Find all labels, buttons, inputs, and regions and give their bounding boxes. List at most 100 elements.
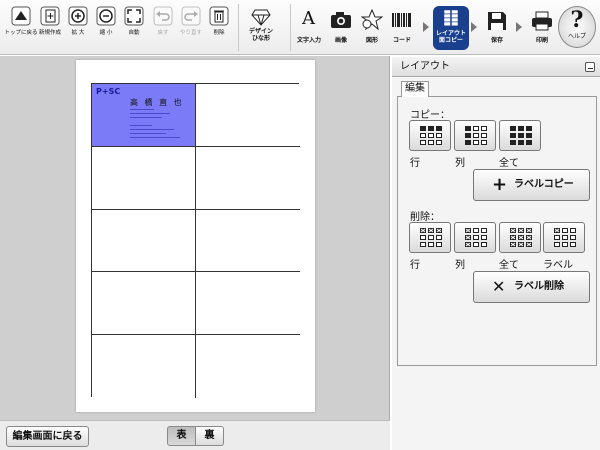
front-side-toggle[interactable]: 表 <box>167 426 196 446</box>
delete-row-button[interactable] <box>409 222 451 253</box>
layout-label-line1: レイアウト <box>435 30 467 37</box>
zoom-in-button[interactable]: 拡 大 <box>65 6 91 44</box>
redo-icon <box>181 6 201 26</box>
card-text-line <box>130 125 152 126</box>
label-delete-button[interactable]: ✕ ラベル削除 <box>473 271 590 303</box>
shape-label: 図形 <box>365 37 379 44</box>
arrow-right-icon <box>423 22 429 32</box>
trash-icon <box>209 6 229 26</box>
code-button[interactable]: コード <box>384 6 420 50</box>
delete-label-icon <box>554 228 576 247</box>
canvas-area: P+SC 高 橋 直 也 <box>0 56 390 420</box>
question-mark-icon: ? <box>570 7 584 33</box>
tab-edit[interactable]: 編集 <box>401 81 429 97</box>
card-text-line <box>130 117 162 118</box>
copy-row-button[interactable] <box>409 120 451 151</box>
up-triangle-icon <box>11 6 31 26</box>
new-button[interactable]: 新規作成 <box>37 6 63 44</box>
zoom-out-icon <box>96 6 116 26</box>
card-text-line <box>130 137 180 138</box>
arrow-right-icon <box>516 22 522 32</box>
copy-column-label: 列 <box>455 158 465 169</box>
text-input-button[interactable]: A 文字入力 <box>291 6 327 50</box>
floppy-disk-icon <box>488 12 506 30</box>
delete-all-icon <box>510 228 532 247</box>
card-text-line <box>130 133 166 134</box>
undo-button[interactable]: 戻す <box>150 6 176 44</box>
layout-grid-icon <box>444 10 458 26</box>
text-icon: A <box>302 8 315 29</box>
label-cell[interactable] <box>196 209 300 273</box>
undo-icon <box>153 6 173 26</box>
label-cell[interactable] <box>196 272 300 336</box>
label-copy-label: ラベルコピー <box>514 179 574 190</box>
back-to-edit-button[interactable]: 編集画面に戻る <box>6 426 89 447</box>
arrow-right-icon <box>471 22 477 32</box>
x-icon: ✕ <box>492 277 506 296</box>
label-copy-button[interactable]: + ラベルコピー <box>473 169 590 201</box>
copy-all-label: 全て <box>499 158 519 169</box>
bottom-bar: 編集画面に戻る 表 裏 <box>0 420 390 450</box>
save-label: 保存 <box>490 37 504 44</box>
label-cell[interactable] <box>92 335 196 398</box>
delete-column-button[interactable] <box>454 222 496 253</box>
delete-section-label: 削除： <box>410 212 440 223</box>
redo-button[interactable]: やり直す <box>178 6 204 44</box>
copy-row-label: 行 <box>410 158 420 169</box>
delete-row-icon <box>420 228 442 247</box>
toolbar: トップに戻る 新規作成 拡 大 縮 小 自動 戻す やり直す 削除 デザイン ひ… <box>0 0 600 55</box>
zoom-out-label: 縮 小 <box>99 30 113 36</box>
copy-all-button[interactable] <box>499 120 541 151</box>
label-sheet: P+SC 高 橋 直 也 <box>76 60 315 412</box>
zoom-in-icon <box>68 6 88 26</box>
copy-column-button[interactable] <box>454 120 496 151</box>
delete-row-label: 行 <box>410 260 420 271</box>
code-label: コード <box>392 37 412 44</box>
layout-label-line2: 面コピー <box>438 37 464 44</box>
undo-label: 戻す <box>157 30 169 36</box>
new-label: 新規作成 <box>38 30 62 36</box>
label-cell[interactable] <box>92 146 196 210</box>
label-cell[interactable] <box>92 272 196 336</box>
delete-label-button[interactable] <box>543 222 585 253</box>
layout-copy-label: レイアウト 面コピー <box>436 30 466 44</box>
label-cell[interactable] <box>196 84 300 147</box>
delete-label-label: ラベル <box>543 260 573 271</box>
card-text-line <box>130 129 174 130</box>
panel-title: レイアウト <box>400 61 450 72</box>
copy-section-label: コピー： <box>410 110 450 121</box>
delete-column-icon <box>465 228 487 247</box>
delete-button[interactable]: 削除 <box>206 6 232 44</box>
delete-all-label: 全て <box>499 260 519 271</box>
card-text-line <box>130 109 154 110</box>
delete-all-button[interactable] <box>499 222 541 253</box>
print-button[interactable]: 印刷 <box>524 6 560 50</box>
zoom-in-label: 拡 大 <box>71 30 85 36</box>
layout-copy-button[interactable]: レイアウト 面コピー <box>433 6 469 50</box>
shapes-icon <box>361 9 383 31</box>
card-logo: P+SC <box>96 87 121 96</box>
auto-fit-label: 自動 <box>128 30 140 36</box>
card-name: 高 橋 直 也 <box>130 98 184 107</box>
design-template-button[interactable]: デザイン ひな形 <box>243 6 279 50</box>
text-input-label: 文字入力 <box>296 37 322 44</box>
top-label: トップに戻る <box>4 30 38 36</box>
delete-column-label: 列 <box>455 260 465 271</box>
label-cell[interactable]: P+SC 高 橋 直 也 <box>92 84 196 147</box>
image-label: 画像 <box>334 37 348 44</box>
help-label: ヘルプ <box>567 33 586 40</box>
camera-icon <box>331 12 351 28</box>
save-button[interactable]: 保存 <box>479 6 515 50</box>
label-cell[interactable] <box>196 146 300 210</box>
auto-fit-button[interactable]: 自動 <box>121 6 147 44</box>
label-cell[interactable] <box>196 335 300 398</box>
top-button[interactable]: トップに戻る <box>4 6 38 44</box>
label-cell[interactable] <box>92 209 196 273</box>
plus-icon: + <box>492 174 508 195</box>
back-side-toggle[interactable]: 裏 <box>195 426 224 446</box>
zoom-out-button[interactable]: 縮 小 <box>93 6 119 44</box>
printer-icon <box>532 11 552 31</box>
redo-label: やり直す <box>179 30 203 36</box>
minimize-icon[interactable] <box>585 62 595 72</box>
help-button[interactable]: ? ヘルプ <box>558 6 596 48</box>
